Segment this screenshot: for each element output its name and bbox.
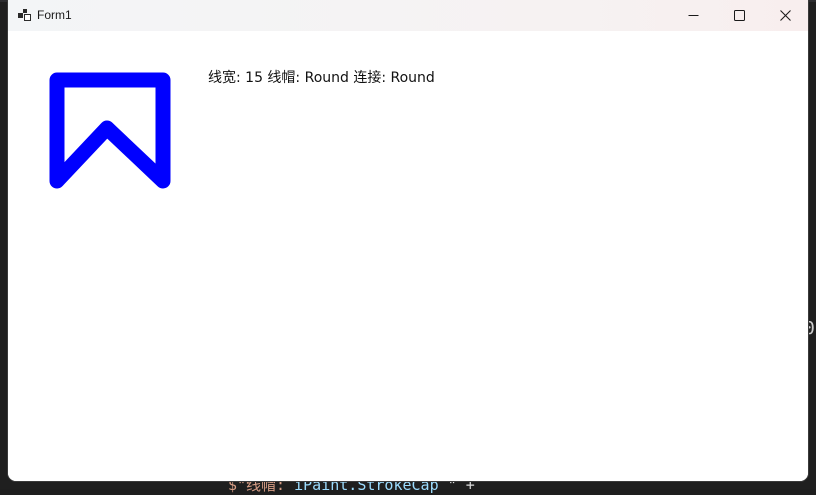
maximize-icon: [733, 10, 745, 21]
winforms-app-icon: [18, 9, 31, 21]
minimize-button[interactable]: [670, 0, 716, 31]
form-client-area: 线宽: 15 线帽: Round 连接: Round: [8, 31, 808, 481]
close-button[interactable]: [762, 0, 808, 31]
minimize-icon: [688, 15, 698, 16]
bookmark-shape: [49, 72, 171, 189]
close-icon: [779, 10, 791, 21]
title-bar[interactable]: Form1: [8, 0, 808, 31]
window-title: Form1: [37, 8, 72, 22]
form-window: Form1 线宽: 15 线帽: Round 连接: Round: [8, 0, 808, 481]
pen-info-label: 线宽: 15 线帽: Round 连接: Round: [208, 70, 435, 86]
maximize-button[interactable]: [716, 0, 762, 31]
